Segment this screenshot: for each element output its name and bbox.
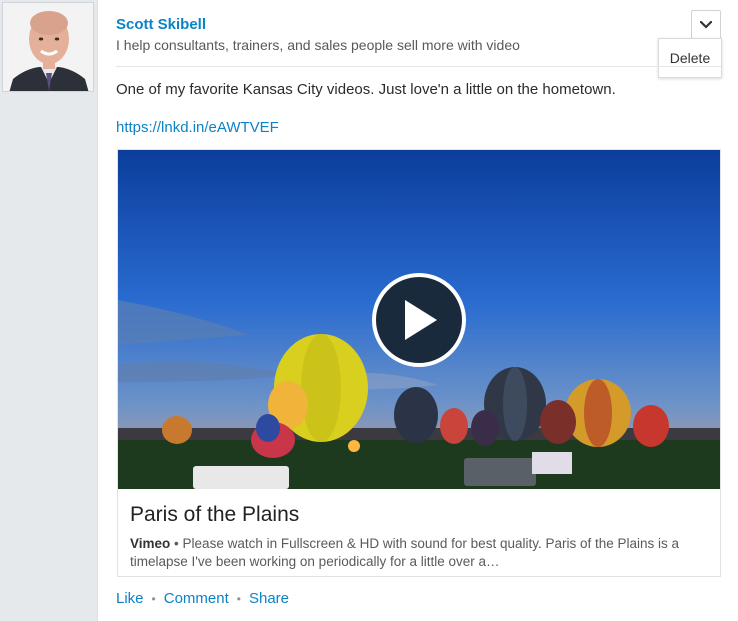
header-divider [116, 66, 721, 67]
action-separator: • [151, 591, 156, 606]
author-name[interactable]: Scott Skibell [116, 16, 206, 33]
video-thumbnail[interactable] [118, 150, 720, 489]
delete-menu-item[interactable]: Delete [670, 50, 710, 66]
play-button[interactable] [372, 273, 466, 367]
play-icon [405, 300, 437, 340]
post-card: Scott Skibell I help consultants, traine… [97, 0, 738, 621]
video-card[interactable]: Paris of the Plains Vimeo • Please watch… [117, 149, 721, 577]
post-menu-popup: Delete [658, 38, 722, 78]
action-separator: • [236, 591, 241, 606]
share-link[interactable]: Share [249, 590, 289, 607]
video-description-text: Please watch in Fullscreen & HD with sou… [130, 536, 680, 569]
video-description: Vimeo • Please watch in Fullscreen & HD … [130, 535, 710, 571]
post-menu-button[interactable] [691, 10, 721, 40]
post-text: One of my favorite Kansas City videos. J… [116, 81, 616, 98]
avatar-photo [3, 3, 93, 91]
post-link[interactable]: https://lnkd.in/eAWTVEF [116, 119, 279, 136]
like-link[interactable]: Like [116, 590, 144, 607]
source-separator: • [174, 536, 179, 551]
post-actions: Like • Comment • Share [116, 590, 289, 607]
comment-link[interactable]: Comment [164, 590, 229, 607]
avatar-column [0, 0, 97, 621]
chevron-down-icon [700, 21, 712, 29]
video-source: Vimeo [130, 536, 171, 551]
author-headline: I help consultants, trainers, and sales … [116, 37, 520, 53]
avatar[interactable] [2, 2, 94, 92]
video-title[interactable]: Paris of the Plains [130, 503, 299, 527]
